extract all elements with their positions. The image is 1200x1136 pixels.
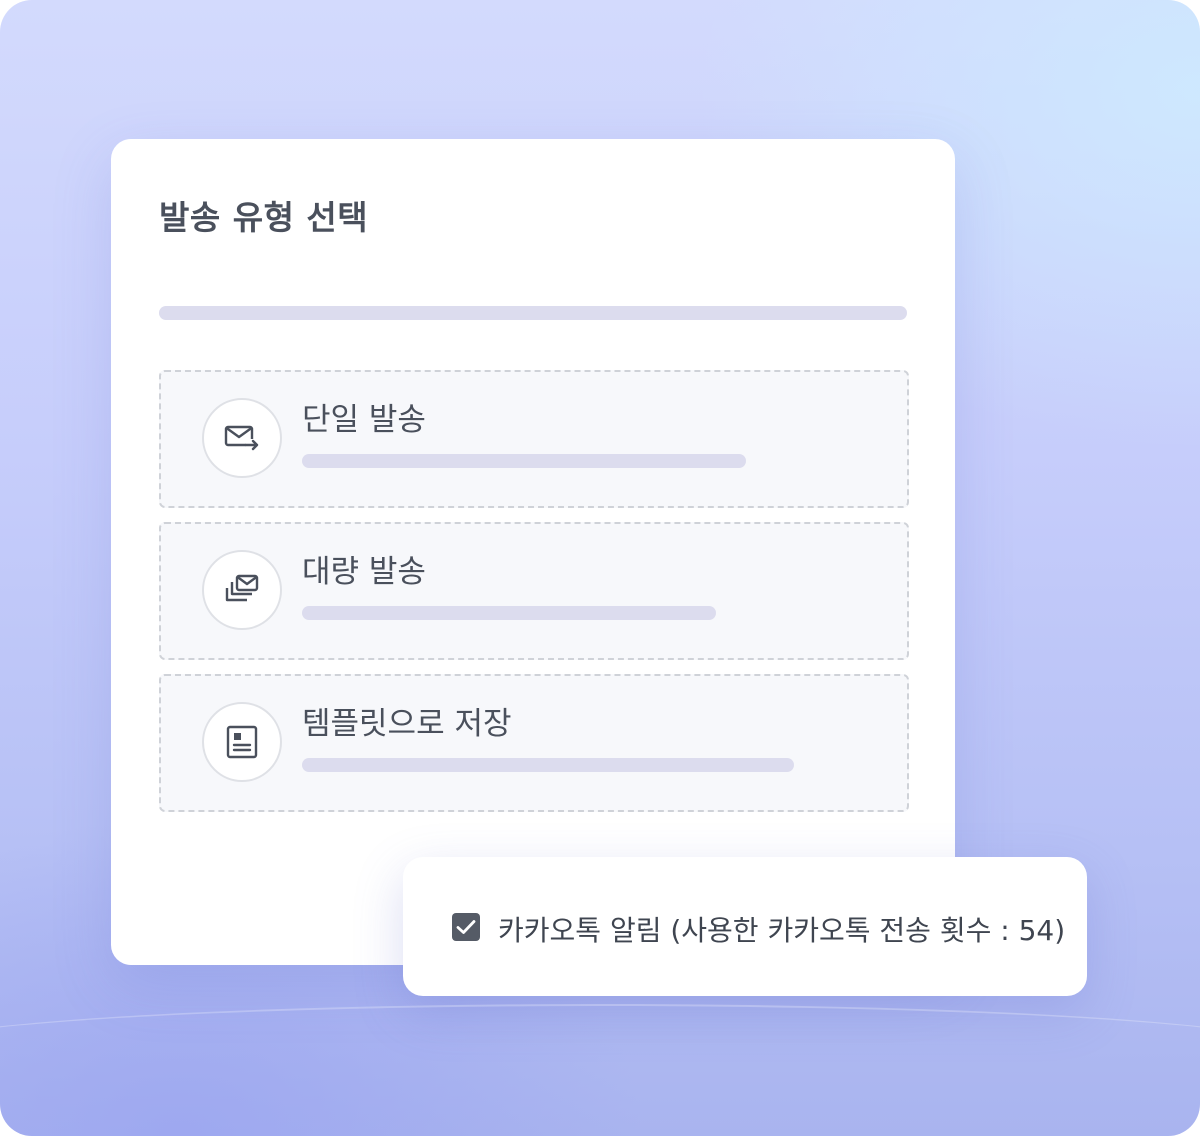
bulk-mail-icon xyxy=(202,550,282,630)
option-label: 단일 발송 xyxy=(302,402,426,438)
option-description-bar xyxy=(302,454,746,468)
option-label: 템플릿으로 저장 xyxy=(302,706,512,742)
option-bulk-send[interactable]: 대량 발송 xyxy=(159,522,909,660)
check-icon xyxy=(456,920,476,934)
card-title: 발송 유형 선택 xyxy=(159,198,369,237)
option-save-template[interactable]: 템플릿으로 저장 xyxy=(159,674,909,812)
placeholder-bar xyxy=(159,306,907,320)
kakao-notification-checkbox[interactable] xyxy=(452,913,480,941)
option-description-bar xyxy=(302,758,794,772)
background-frame: 발송 유형 선택 단일 발송 대량 발송 템플릿으로 저장 카카오톡 알림 (사… xyxy=(0,0,1200,1136)
mail-send-icon xyxy=(202,398,282,478)
send-type-card: 발송 유형 선택 단일 발송 대량 발송 템플릿으로 저장 xyxy=(111,139,955,965)
kakao-notification-panel: 카카오톡 알림 (사용한 카카오톡 전송 횟수 : 54) xyxy=(403,857,1087,996)
template-icon xyxy=(202,702,282,782)
option-single-send[interactable]: 단일 발송 xyxy=(159,370,909,508)
kakao-notification-label[interactable]: 카카오톡 알림 (사용한 카카오톡 전송 횟수 : 54) xyxy=(498,909,1065,949)
option-label: 대량 발송 xyxy=(302,554,426,590)
option-description-bar xyxy=(302,606,716,620)
